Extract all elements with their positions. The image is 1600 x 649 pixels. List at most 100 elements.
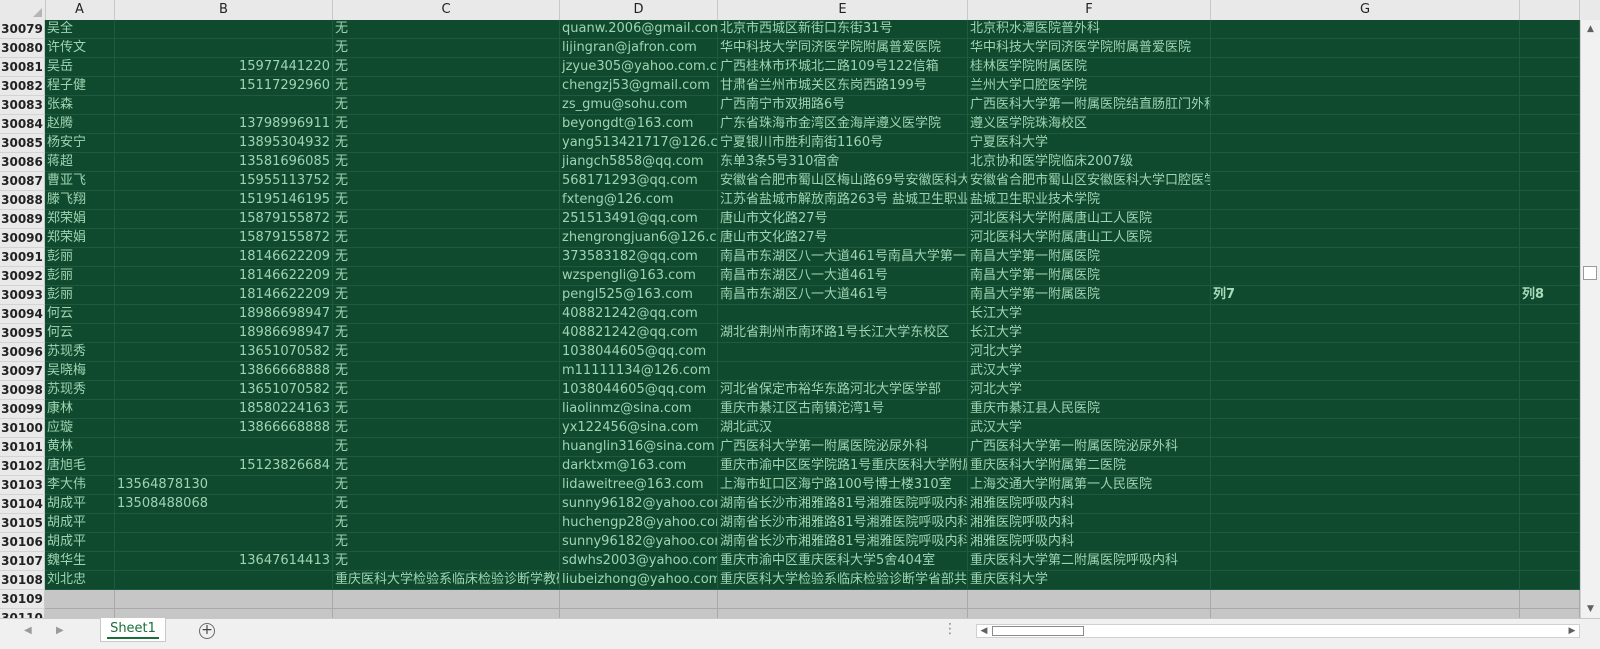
cell-g[interactable] — [1211, 609, 1520, 618]
row-header[interactable]: 30079 — [0, 20, 45, 39]
cell-g[interactable] — [1211, 305, 1520, 324]
cell-c[interactable]: 无 — [333, 305, 560, 324]
cell-c[interactable]: 无 — [333, 533, 560, 552]
cell-b[interactable]: 18580224163 — [115, 400, 333, 419]
column-header-d[interactable]: D — [560, 0, 718, 20]
cell-h[interactable] — [1520, 324, 1580, 343]
cell-b[interactable]: 15879155872 — [115, 229, 333, 248]
cell-f[interactable]: 湘雅医院呼吸内科 — [968, 495, 1211, 514]
cell-h[interactable] — [1520, 20, 1580, 39]
cell-c[interactable]: 无 — [333, 552, 560, 571]
cell-f[interactable]: 广西医科大学第一附属医院结直肠肛门外科 — [968, 96, 1211, 115]
cell-f[interactable]: 重庆医科大学附属第二医院 — [968, 457, 1211, 476]
cell-b[interactable]: 18986698947 — [115, 324, 333, 343]
cell-a[interactable]: 吴全 — [45, 20, 115, 39]
cell-f[interactable]: 南昌大学第一附属医院 — [968, 267, 1211, 286]
cell-h[interactable] — [1520, 77, 1580, 96]
cell-a[interactable]: 程子健 — [45, 77, 115, 96]
cell-c[interactable]: 无 — [333, 343, 560, 362]
cell-d[interactable]: chengzj53@gmail.com — [560, 77, 718, 96]
cell-e[interactable] — [718, 305, 968, 324]
cell-d[interactable] — [560, 609, 718, 618]
cell-g[interactable] — [1211, 571, 1520, 590]
cell-f[interactable]: 南昌大学第一附属医院 — [968, 248, 1211, 267]
cell-grid[interactable]: 30079 吴全无 quanw.2006@gmail.com 北京市西城区新街口东街3… — [0, 20, 1580, 618]
cell-d[interactable]: zhengrongjuan6@126.com — [560, 229, 718, 248]
cell-d[interactable]: 373583182@qq.com — [560, 248, 718, 267]
cell-a[interactable]: 郑荣娟 — [45, 229, 115, 248]
cell-g[interactable] — [1211, 229, 1520, 248]
cell-c[interactable]: 无 — [333, 419, 560, 438]
cell-a[interactable]: 吴岳 — [45, 58, 115, 77]
cell-g[interactable] — [1211, 134, 1520, 153]
cell-e[interactable]: 华中科技大学同济医学院附属普爱医院 — [718, 39, 968, 58]
cell-h[interactable] — [1520, 248, 1580, 267]
caret-right-icon[interactable]: ▶ — [56, 625, 64, 636]
column-header-g[interactable]: G — [1211, 0, 1520, 20]
row-header[interactable]: 30085 — [0, 134, 45, 153]
cell-c[interactable]: 无 — [333, 514, 560, 533]
cell-d[interactable]: yx122456@sina.com — [560, 419, 718, 438]
cell-h[interactable] — [1520, 39, 1580, 58]
column-header-e[interactable]: E — [718, 0, 968, 20]
cell-b[interactable]: 13651070582 — [115, 343, 333, 362]
cell-h[interactable] — [1520, 191, 1580, 210]
cell-h[interactable] — [1520, 153, 1580, 172]
cell-b[interactable] — [115, 590, 333, 609]
cell-d[interactable]: m11111134@126.com — [560, 362, 718, 381]
row-header[interactable]: 30093 — [0, 286, 45, 305]
cell-h[interactable] — [1520, 533, 1580, 552]
row-header[interactable]: 30080 — [0, 39, 45, 58]
cell-c[interactable]: 无 — [333, 495, 560, 514]
cell-g[interactable] — [1211, 590, 1520, 609]
cell-c[interactable] — [333, 590, 560, 609]
cell-c[interactable]: 无 — [333, 153, 560, 172]
cell-g[interactable] — [1211, 343, 1520, 362]
cell-b[interactable]: 13647614413 — [115, 552, 333, 571]
cell-f[interactable]: 重庆市綦江县人民医院 — [968, 400, 1211, 419]
select-all-corner[interactable] — [0, 0, 46, 20]
cell-d[interactable]: 1038044605@qq.com — [560, 343, 718, 362]
cell-f[interactable] — [968, 590, 1211, 609]
caret-left-icon[interactable]: ◀ — [24, 625, 32, 636]
cell-e[interactable]: 广西桂林市环城北二路109号122信箱 — [718, 58, 968, 77]
cell-h[interactable] — [1520, 438, 1580, 457]
row-header[interactable]: 30103 — [0, 476, 45, 495]
cell-f[interactable] — [968, 609, 1211, 618]
cell-b[interactable]: 15195146195 — [115, 191, 333, 210]
cell-h[interactable] — [1520, 457, 1580, 476]
vertical-scrollbar[interactable]: ▲ ▼ — [1580, 20, 1600, 618]
cell-a[interactable]: 魏华生 — [45, 552, 115, 571]
scroll-down-icon[interactable]: ▼ — [1581, 600, 1600, 618]
row-header[interactable]: 30097 — [0, 362, 45, 381]
row-header[interactable]: 30107 — [0, 552, 45, 571]
row-header[interactable]: 30099 — [0, 400, 45, 419]
cell-a[interactable]: 滕飞翔 — [45, 191, 115, 210]
row-header[interactable]: 30088 — [0, 191, 45, 210]
cell-d[interactable] — [560, 590, 718, 609]
cell-a[interactable]: 张森 — [45, 96, 115, 115]
cell-g[interactable] — [1211, 96, 1520, 115]
cell-f[interactable]: 长江大学 — [968, 324, 1211, 343]
cell-h[interactable] — [1520, 476, 1580, 495]
row-header[interactable]: 30087 — [0, 172, 45, 191]
cell-a[interactable]: 何云 — [45, 324, 115, 343]
cell-c[interactable] — [333, 609, 560, 618]
row-header[interactable]: 30105 — [0, 514, 45, 533]
cell-e[interactable]: 南昌市东湖区八一大道461号 — [718, 286, 968, 305]
cell-c[interactable]: 无 — [333, 362, 560, 381]
cell-f[interactable]: 重庆医科大学 — [968, 571, 1211, 590]
cell-f[interactable]: 华中科技大学同济医学院附属普爱医院 — [968, 39, 1211, 58]
cell-g[interactable] — [1211, 191, 1520, 210]
cell-h[interactable]: 列8 — [1520, 286, 1580, 305]
cell-c[interactable]: 无 — [333, 381, 560, 400]
plus-circle-icon[interactable]: + — [199, 623, 215, 639]
cell-c[interactable]: 无 — [333, 476, 560, 495]
row-header[interactable]: 30083 — [0, 96, 45, 115]
cell-c[interactable]: 重庆医科大学检验系临床检验诊断学教研室 — [333, 571, 560, 590]
cell-c[interactable]: 无 — [333, 229, 560, 248]
row-header[interactable]: 30096 — [0, 343, 45, 362]
cell-d[interactable]: fxteng@126.com — [560, 191, 718, 210]
cell-d[interactable]: zs_gmu@sohu.com — [560, 96, 718, 115]
cell-f[interactable]: 长江大学 — [968, 305, 1211, 324]
